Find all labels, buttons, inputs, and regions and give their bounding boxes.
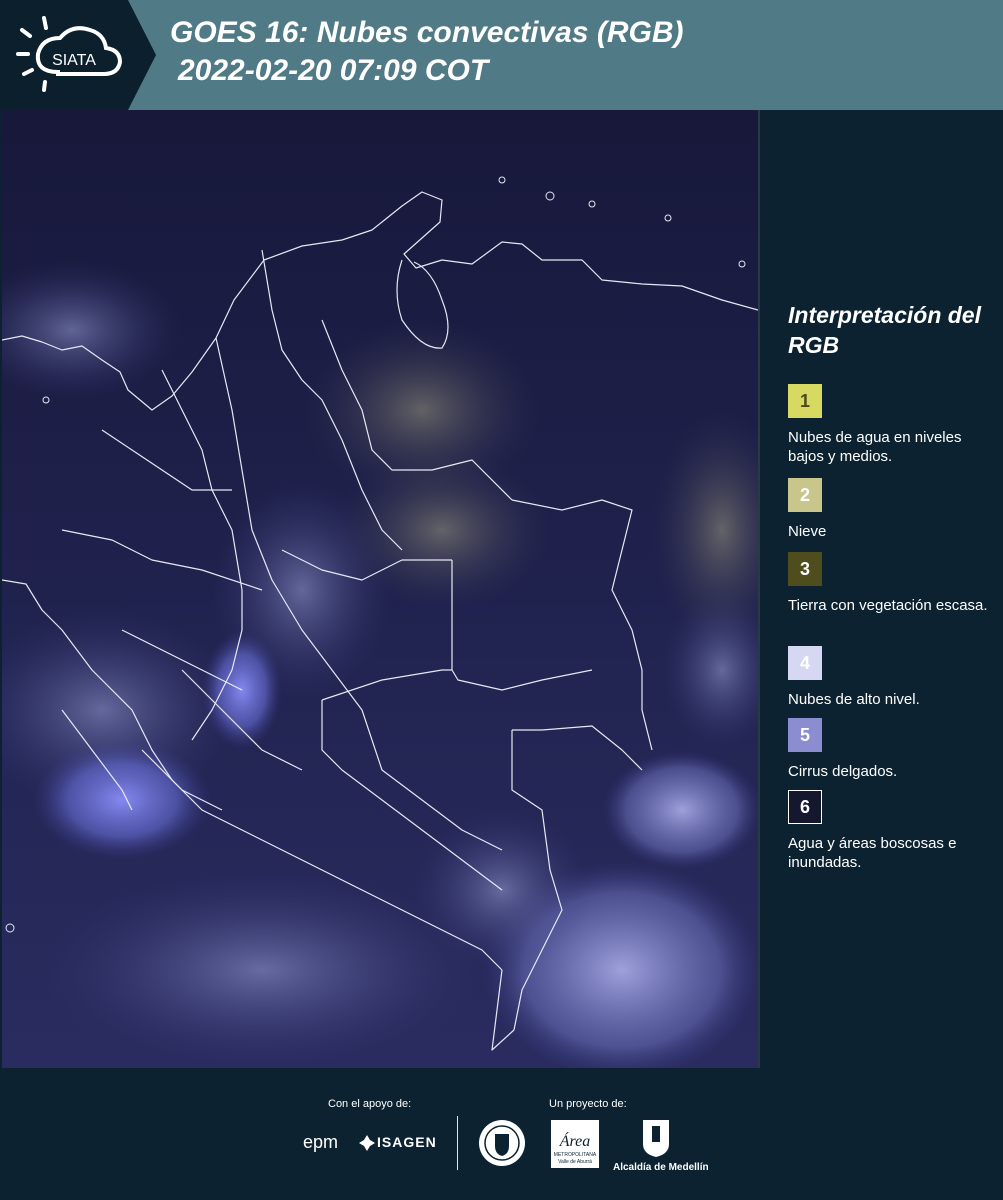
svg-text:Valle de Aburrá: Valle de Aburrá (558, 1159, 592, 1165)
title-line-2: 2022-02-20 07:09 COT (178, 54, 489, 87)
svg-text:Área: Área (559, 1131, 591, 1150)
isagen-logo: ISAGEN (377, 1134, 437, 1150)
legend-swatch-5: 5 (788, 718, 822, 752)
isagen-icon (359, 1135, 375, 1151)
alcaldia-shield-icon (643, 1120, 669, 1157)
legend-item-4: 4 Nubes de alto nivel. (788, 646, 998, 709)
legend-label-5: Cirrus delgados. (788, 763, 898, 780)
legend-swatch-1: 1 (788, 384, 822, 418)
header-bar: SIATA GOES 16: Nubes convectivas (RGB) 2… (0, 0, 1003, 110)
legend-item-5: 5 Cirrus delgados. (788, 718, 998, 781)
legend-item-2: 2 Nieve (788, 478, 998, 541)
footer: Con el apoyo de: Un proyecto de: epm ISA… (0, 1070, 1003, 1200)
siata-logo: SIATA (0, 0, 128, 110)
legend-swatch-2: 2 (788, 478, 822, 512)
legend-swatch-6: 6 (788, 790, 822, 824)
legend-item-3: 3 Tierra con vegetación escasa. (788, 552, 998, 615)
legend-label-6: Agua y áreas boscosas e inundadas. (788, 835, 957, 871)
page-title: GOES 16: Nubes convectivas (RGB) 2022-02… (170, 14, 684, 90)
area-metropolitana-logo: Área METROPOLITANA Valle de Aburrá (551, 1120, 599, 1168)
support-label: Con el apoyo de: (328, 1098, 412, 1110)
footer-divider (457, 1116, 458, 1170)
legend-label-2: Nieve (788, 523, 827, 540)
legend-title: Interpretación del RGB (788, 302, 981, 358)
alcaldia-logo: Alcaldía de Medellín (613, 1162, 709, 1173)
svg-text:METROPOLITANA: METROPOLITANA (554, 1152, 597, 1158)
logo-arrow (128, 0, 156, 110)
sun-cloud-icon: SIATA (16, 16, 123, 92)
legend-panel: Interpretación del RGB 1 Nubes de agua e… (770, 110, 1003, 1068)
legend-item-1: 1 Nubes de agua en niveles bajos y medio… (788, 384, 998, 466)
logo-text: SIATA (52, 52, 96, 69)
epm-logo: epm (303, 1132, 339, 1152)
title-line-1: GOES 16: Nubes convectivas (RGB) (170, 16, 684, 49)
legend-label-4: Nubes de alto nivel. (788, 691, 920, 708)
legend-swatch-4: 4 (788, 646, 822, 680)
legend-item-6: 6 Agua y áreas boscosas e inundadas. (788, 790, 998, 872)
legend-label-3: Tierra con vegetación escasa. (788, 597, 988, 614)
project-label: Un proyecto de: (549, 1098, 627, 1110)
medellin-seal-icon (479, 1120, 525, 1166)
satellite-map (2, 110, 758, 1068)
legend-label-1: Nubes de agua en niveles bajos y medios. (788, 429, 962, 465)
satellite-image (2, 110, 760, 1068)
legend-swatch-3: 3 (788, 552, 822, 586)
